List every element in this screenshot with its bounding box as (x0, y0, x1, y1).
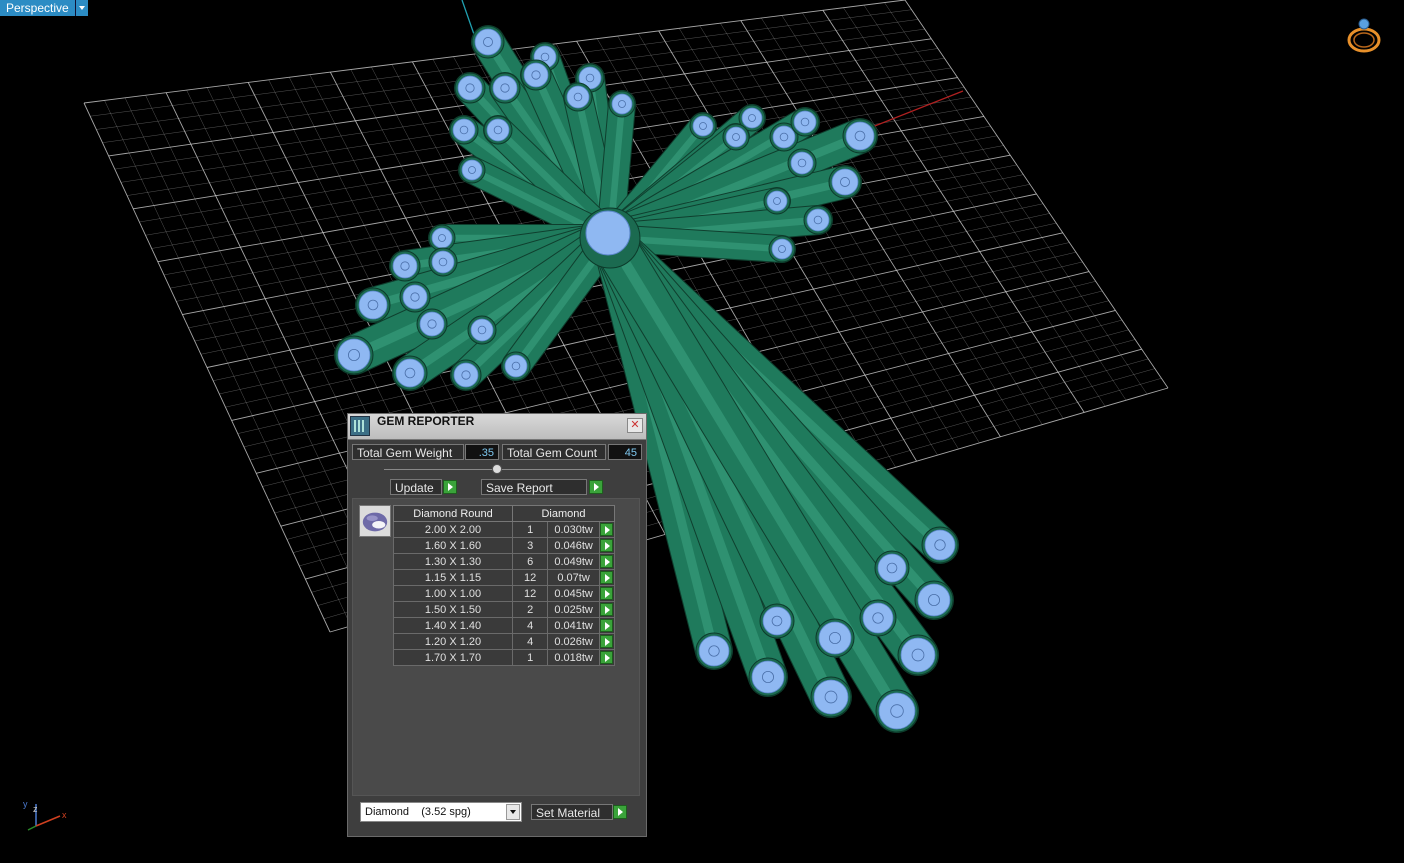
total-gem-count-value: 45 (608, 444, 642, 460)
viewport-name[interactable]: Perspective (0, 0, 75, 16)
collapse-handle[interactable] (492, 464, 502, 474)
gem-row-select-cell[interactable] (598, 585, 616, 602)
table-row[interactable]: 1.00 X 1.00 12 0.045tw (393, 585, 616, 602)
total-gem-weight-value: .35 (465, 444, 499, 460)
table-row[interactable]: 1.70 X 1.70 1 0.018tw (393, 649, 616, 666)
axis-y-label: y (23, 799, 28, 809)
gem-row-select-cell[interactable] (598, 553, 616, 570)
gem-weight-cell: 0.018tw (547, 649, 600, 666)
update-button[interactable]: Update (390, 479, 442, 495)
row-go-icon[interactable] (600, 635, 614, 648)
gem-row-select-cell[interactable] (598, 633, 616, 650)
gem-row-select-cell[interactable] (598, 537, 616, 554)
axis-gizmo-icon: y z x (23, 799, 67, 831)
gem-size-cell: 1.15 X 1.15 (393, 569, 513, 586)
table-row[interactable]: 2.00 X 2.00 1 0.030tw (393, 521, 616, 538)
row-go-icon[interactable] (600, 555, 614, 568)
3d-viewport[interactable] (0, 0, 1404, 863)
viewport-label[interactable]: Perspective (0, 0, 88, 16)
gem-row-select-cell[interactable] (598, 601, 616, 618)
save-report-go-icon[interactable] (589, 480, 603, 494)
gem-weight-cell: 0.045tw (547, 585, 600, 602)
gem-weight-cell: 0.026tw (547, 633, 600, 650)
gem-row-select-cell[interactable] (598, 569, 616, 586)
ring-icon[interactable] (1342, 16, 1386, 56)
gem-count-cell: 1 (511, 521, 549, 538)
gem-count-cell: 6 (511, 553, 549, 570)
gem-weight-cell: 0.025tw (547, 601, 600, 618)
gem-size-cell: 1.60 X 1.60 (393, 537, 513, 554)
row-go-icon[interactable] (600, 619, 614, 632)
chevron-down-icon[interactable] (506, 804, 520, 820)
table-row[interactable]: 1.15 X 1.15 12 0.07tw (393, 569, 616, 586)
gem-count-cell: 2 (511, 601, 549, 618)
close-icon[interactable]: ✕ (627, 418, 643, 433)
gem-size-cell: 1.50 X 1.50 (393, 601, 513, 618)
gem-size-cell: 1.30 X 1.30 (393, 553, 513, 570)
viewport-menu-dropdown-icon[interactable] (74, 0, 88, 16)
total-gem-count-label: Total Gem Count (502, 444, 606, 460)
gem-reporter-title: GEM REPORTER (377, 414, 475, 428)
gem-size-cell: 2.00 X 2.00 (393, 521, 513, 538)
material-select-value: Diamond (3.52 spg) (365, 806, 471, 818)
row-go-icon[interactable] (600, 587, 614, 600)
gem-count-cell: 1 (511, 649, 549, 666)
gem-list-area[interactable]: Diamond Round Diamond 2.00 X 2.00 1 0.030t… (352, 498, 640, 796)
gem-size-cell: 1.70 X 1.70 (393, 649, 513, 666)
set-material-go-icon[interactable] (613, 805, 627, 819)
gem-count-cell: 3 (511, 537, 549, 554)
row-go-icon[interactable] (600, 603, 614, 616)
update-go-icon[interactable] (443, 480, 457, 494)
gem-reporter-app-icon (350, 416, 370, 436)
material-select[interactable]: Diamond (3.52 spg) (360, 802, 522, 822)
axis-x-label: x (62, 810, 67, 820)
table-row[interactable]: 1.60 X 1.60 3 0.046tw (393, 537, 616, 554)
axis-z-label: z (33, 804, 38, 814)
gem-row-select-cell[interactable] (598, 649, 616, 666)
gem-row-select-cell[interactable] (598, 521, 616, 538)
gem-count-cell: 12 (511, 569, 549, 586)
gem-size-cell: 1.20 X 1.20 (393, 633, 513, 650)
gem-weight-cell: 0.046tw (547, 537, 600, 554)
diamond-thumbnail-icon (359, 505, 391, 537)
table-row[interactable]: 1.40 X 1.40 4 0.041tw (393, 617, 616, 634)
gem-reporter-titlebar[interactable]: GEM REPORTER ✕ (348, 414, 646, 440)
gem-count-cell: 4 (511, 633, 549, 650)
column-header-material[interactable]: Diamond (512, 505, 615, 522)
save-report-button[interactable]: Save Report (481, 479, 587, 495)
gem-weight-cell: 0.07tw (547, 569, 600, 586)
gem-count-cell: 4 (511, 617, 549, 634)
gem-weight-cell: 0.030tw (547, 521, 600, 538)
table-row[interactable]: 1.30 X 1.30 6 0.049tw (393, 553, 616, 570)
gem-count-cell: 12 (511, 585, 549, 602)
row-go-icon[interactable] (600, 539, 614, 552)
gem-row-select-cell[interactable] (598, 617, 616, 634)
row-go-icon[interactable] (600, 571, 614, 584)
center-gem[interactable] (585, 210, 631, 256)
table-row[interactable]: 1.20 X 1.20 4 0.026tw (393, 633, 616, 650)
gem-weight-cell: 0.049tw (547, 553, 600, 570)
set-material-button[interactable]: Set Material (531, 804, 613, 820)
row-go-icon[interactable] (600, 651, 614, 664)
column-header-size[interactable]: Diamond Round (393, 505, 513, 522)
gem-weight-cell: 0.041tw (547, 617, 600, 634)
total-gem-weight-label: Total Gem Weight (352, 444, 464, 460)
gem-table: Diamond Round Diamond 2.00 X 2.00 1 0.030t… (393, 505, 616, 666)
row-go-icon[interactable] (600, 523, 614, 536)
gem-size-cell: 1.00 X 1.00 (393, 585, 513, 602)
scene-canvas[interactable] (0, 0, 1404, 863)
table-row[interactable]: 1.50 X 1.50 2 0.025tw (393, 601, 616, 618)
gem-reporter-panel[interactable]: GEM REPORTER ✕ Total Gem Weight .35 Tota… (347, 413, 647, 837)
gem-size-cell: 1.40 X 1.40 (393, 617, 513, 634)
